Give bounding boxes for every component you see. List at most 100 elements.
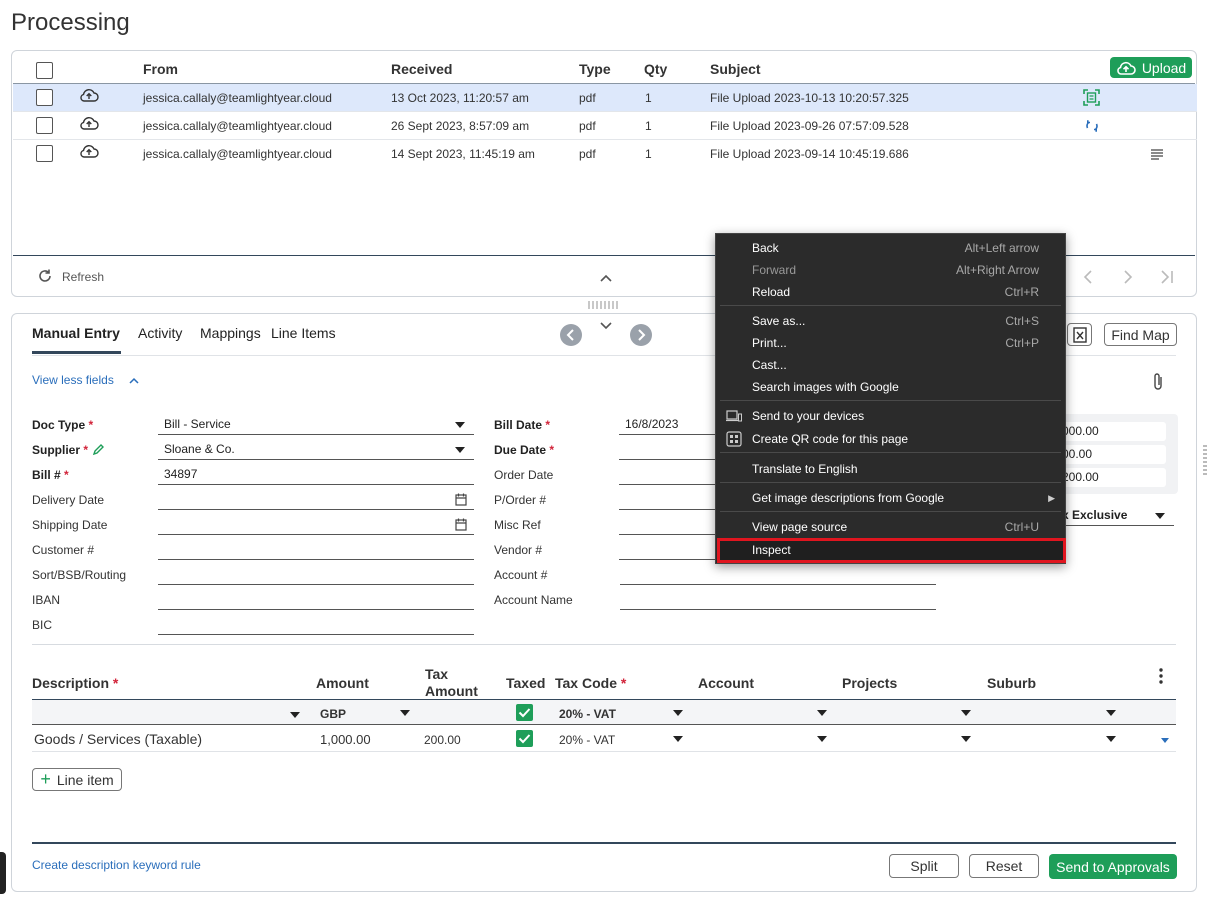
delivery-date-input[interactable] [158, 490, 474, 510]
bic-input[interactable] [158, 615, 474, 635]
calendar-icon[interactable] [455, 518, 467, 531]
split-button[interactable]: Split [889, 854, 959, 878]
column-header-received[interactable]: Received [391, 61, 452, 77]
line-tax-amount[interactable]: 200.00 [424, 733, 461, 747]
supplier-select[interactable]: Sloane & Co. [158, 440, 474, 460]
tax-code-default-select[interactable]: 20% - VAT [559, 707, 616, 721]
row-checkbox[interactable] [36, 145, 53, 162]
porder-input[interactable] [619, 490, 724, 510]
delete-doc-button[interactable] [1067, 323, 1092, 346]
scan-icon[interactable] [1082, 88, 1101, 107]
next-circle-icon[interactable] [629, 323, 653, 347]
chevron-up-icon[interactable] [128, 376, 140, 384]
chevron-down-icon[interactable] [455, 447, 465, 453]
chevron-down-icon[interactable] [673, 710, 683, 716]
menu-item-search-images[interactable]: Search images with Google [752, 377, 1039, 397]
chevron-down-icon[interactable] [1106, 710, 1116, 716]
chevron-left-icon[interactable] [1082, 269, 1094, 285]
taxed-default-checkbox[interactable] [516, 704, 533, 721]
table-row[interactable]: jessica.callaly@teamlightyear.cloud 26 S… [13, 112, 1197, 140]
menu-item-forward[interactable]: Forward Alt+Right Arrow [752, 260, 1039, 280]
menu-item-inspect[interactable]: Inspect [752, 540, 1039, 560]
chevron-down-icon[interactable] [599, 321, 613, 331]
misc-ref-input[interactable] [619, 515, 724, 535]
table-row[interactable]: jessica.callaly@teamlightyear.cloud 14 S… [13, 140, 1197, 168]
customer-number-input[interactable] [158, 540, 474, 560]
grand-total-field[interactable]: 200.00 [1056, 468, 1166, 487]
chevron-down-icon[interactable] [290, 712, 300, 718]
calendar-icon[interactable] [455, 493, 467, 506]
doc-type-select[interactable]: Bill - Service [158, 415, 474, 435]
menu-item-translate[interactable]: Translate to English [752, 459, 1039, 479]
account-name-input[interactable] [620, 590, 936, 610]
column-header-qty[interactable]: Qty [644, 61, 667, 77]
vendor-number-input[interactable] [619, 540, 724, 560]
refresh-button[interactable]: Refresh [62, 270, 104, 284]
line-description[interactable]: Goods / Services (Taxable) [34, 731, 202, 747]
menu-item-send-to-devices[interactable]: Send to your devices [752, 406, 1039, 426]
iban-input[interactable] [158, 590, 474, 610]
order-date-input[interactable] [619, 465, 724, 485]
menu-item-reload[interactable]: Reload Ctrl+R [752, 282, 1039, 302]
reset-button[interactable]: Reset [969, 854, 1039, 878]
line-tax-code[interactable]: 20% - VAT [559, 733, 615, 747]
last-page-icon[interactable] [1159, 269, 1175, 285]
due-date-input[interactable] [619, 440, 724, 460]
menu-item-view-source[interactable]: View page source Ctrl+U [752, 517, 1039, 537]
tab-activity[interactable]: Activity [138, 325, 182, 341]
list-icon[interactable] [1150, 148, 1164, 160]
chevron-down-icon[interactable] [455, 422, 465, 428]
chevron-down-icon[interactable] [673, 736, 683, 742]
side-tab[interactable] [0, 852, 6, 894]
find-map-button[interactable]: Find Map [1104, 323, 1177, 346]
chevron-down-icon[interactable] [961, 710, 971, 716]
tab-mappings[interactable]: Mappings [200, 325, 261, 341]
menu-item-back[interactable]: Back Alt+Left arrow [752, 238, 1039, 258]
column-header-from[interactable]: From [143, 61, 178, 77]
menu-item-print[interactable]: Print... Ctrl+P [752, 333, 1039, 353]
bill-date-input[interactable]: 16/8/2023 [619, 415, 724, 435]
bill-number-input[interactable]: 34897 [158, 465, 474, 485]
pencil-icon[interactable] [92, 443, 105, 456]
column-header-type[interactable]: Type [579, 61, 611, 77]
menu-item-cast[interactable]: Cast... [752, 355, 1039, 375]
line-taxed-checkbox[interactable] [516, 730, 533, 747]
select-all-checkbox[interactable] [36, 62, 53, 79]
subtotal-field[interactable]: 000.00 [1056, 422, 1166, 441]
view-less-fields-link[interactable]: View less fields [32, 373, 114, 387]
add-line-item-button[interactable]: + Line item [32, 768, 122, 791]
row-checkbox[interactable] [36, 117, 53, 134]
row-checkbox[interactable] [36, 89, 53, 106]
tax-total-field[interactable]: 00.00 [1056, 445, 1166, 464]
chevron-down-icon[interactable] [400, 710, 410, 716]
menu-item-image-descriptions[interactable]: Get image descriptions from Google ▶ [752, 488, 1055, 508]
more-vertical-icon[interactable] [1158, 668, 1164, 684]
tab-line-items[interactable]: Line Items [271, 325, 336, 341]
shipping-date-input[interactable] [158, 515, 474, 535]
sort-bsb-routing-input[interactable] [158, 565, 474, 585]
chevron-down-icon[interactable] [961, 736, 971, 742]
chevron-down-icon[interactable] [817, 710, 827, 716]
column-header-subject[interactable]: Subject [710, 61, 761, 77]
side-resize-handle[interactable] [1203, 445, 1207, 475]
sync-icon[interactable] [1084, 118, 1100, 134]
paperclip-icon[interactable] [1151, 372, 1165, 392]
chevron-down-icon[interactable] [1106, 736, 1116, 742]
resize-handle[interactable] [588, 301, 620, 309]
currency-select[interactable]: GBP [320, 707, 346, 721]
create-keyword-rule-link[interactable]: Create description keyword rule [32, 858, 201, 872]
chevron-down-icon[interactable] [817, 736, 827, 742]
chevron-down-icon[interactable] [1155, 513, 1165, 519]
tab-manual-entry[interactable]: Manual Entry [32, 325, 120, 341]
expand-row-icon[interactable] [1161, 738, 1169, 743]
chevron-right-icon[interactable] [1122, 269, 1134, 285]
prev-circle-icon[interactable] [559, 323, 583, 347]
line-amount[interactable]: 1,000.00 [320, 732, 371, 747]
chevron-up-icon[interactable] [599, 273, 613, 283]
upload-button[interactable]: Upload [1110, 57, 1192, 78]
account-number-input[interactable] [620, 565, 936, 585]
menu-item-qr-code[interactable]: Create QR code for this page [752, 429, 1039, 449]
menu-item-save-as[interactable]: Save as... Ctrl+S [752, 311, 1039, 331]
send-to-approvals-button[interactable]: Send to Approvals [1049, 854, 1177, 879]
refresh-icon[interactable] [36, 267, 54, 285]
